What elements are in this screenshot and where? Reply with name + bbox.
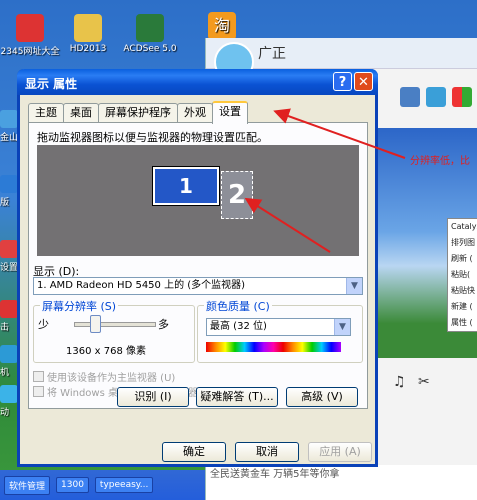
context-menu: Catalys 排列图 刷新 ( 粘贴( 粘贴快 新建 ( 属性 ( bbox=[447, 218, 477, 332]
app-icon bbox=[0, 345, 18, 363]
left-icon-label: 机 bbox=[0, 368, 10, 378]
resolution-value: 1360 x 768 像素 bbox=[66, 346, 146, 357]
instruction-text: 拖动监视器图标以便与监视器的物理设置匹配。 bbox=[37, 131, 268, 144]
desktop-icon-2345[interactable]: 2345网址大全 bbox=[0, 14, 60, 57]
desktop-icon-acdsee[interactable]: ACDSee 5.0 bbox=[120, 14, 180, 54]
taskbar: 软件管理 1300 typeeasy... bbox=[0, 470, 209, 500]
troubleshoot-button[interactable]: 疑难解答 (T)... bbox=[196, 387, 278, 407]
color-quality-group: 颜色质量 (C) 最高 (32 位) ▼ bbox=[197, 298, 363, 363]
resolution-slider-track[interactable] bbox=[74, 322, 156, 327]
app-icon bbox=[0, 385, 18, 403]
resolution-label: 屏幕分辨率 (S) bbox=[40, 298, 119, 314]
menu-item[interactable]: 新建 ( bbox=[448, 299, 477, 315]
monitor-arrangement-area: 1 2 bbox=[37, 145, 359, 256]
app-toolbar bbox=[372, 82, 477, 112]
dialog-title: 显示 属性 bbox=[25, 77, 78, 91]
tab-screensaver[interactable]: 屏幕保护程序 bbox=[98, 103, 178, 122]
resolution-slider-thumb[interactable] bbox=[90, 315, 101, 333]
monitor-icon[interactable] bbox=[400, 87, 420, 107]
desktop-icon-label: ACDSee 5.0 bbox=[123, 44, 177, 54]
taskbar-item[interactable]: 1300 bbox=[56, 477, 89, 493]
desktop-icon-label: 2345网址大全 bbox=[0, 47, 60, 57]
settings-panel: 拖动监视器图标以便与监视器的物理设置匹配。 1 2 显示 (D): 1. AMD… bbox=[28, 122, 368, 409]
tab-strip: 主题 桌面 屏幕保护程序 外观 设置 bbox=[28, 101, 248, 124]
import-icon[interactable] bbox=[426, 87, 446, 107]
title-bar[interactable]: 显示 属性 ? ✕ bbox=[17, 69, 378, 95]
display-value: 1. AMD Radeon HD 5450 上的 (多个监视器) bbox=[37, 280, 246, 291]
color-quality-value: 最高 (32 位) bbox=[210, 321, 267, 332]
music-icon[interactable]: ♫ bbox=[393, 374, 406, 390]
color-spectrum-bar bbox=[206, 342, 341, 352]
slider-more-label: 多 bbox=[158, 318, 169, 331]
checkbox-box[interactable] bbox=[33, 371, 44, 382]
browser-icon bbox=[16, 14, 44, 42]
taskbar-item[interactable]: 软件管理 bbox=[4, 475, 51, 495]
tab-themes[interactable]: 主题 bbox=[28, 103, 64, 122]
monitor-1[interactable]: 1 bbox=[152, 166, 220, 206]
cancel-button[interactable]: 取消 bbox=[235, 442, 299, 462]
resolution-group: 屏幕分辨率 (S) 少 多 1360 x 768 像素 bbox=[33, 298, 195, 363]
ok-button[interactable]: 确定 bbox=[162, 442, 226, 462]
footer-text: 全民送黄金车 万辆5年等你拿 bbox=[210, 469, 340, 480]
tab-appearance[interactable]: 外观 bbox=[177, 103, 213, 122]
slider-less-label: 少 bbox=[38, 318, 49, 331]
display-select[interactable]: 1. AMD Radeon HD 5450 上的 (多个监视器) ▼ bbox=[33, 277, 363, 295]
checkbox-box[interactable] bbox=[33, 386, 44, 397]
left-icon-label: 动 bbox=[0, 408, 10, 418]
left-icon-label: 版 bbox=[0, 198, 10, 208]
folder-icon bbox=[74, 14, 102, 42]
color-quality-label: 颜色质量 (C) bbox=[204, 298, 272, 314]
chevron-down-icon[interactable]: ▼ bbox=[334, 319, 350, 335]
left-icon-label: 击 bbox=[0, 323, 10, 333]
app-title: 广正 bbox=[258, 46, 286, 62]
app-icon bbox=[0, 240, 18, 258]
app-footer: 全民送黄金车 万辆5年等你拿 bbox=[206, 465, 477, 500]
menu-item[interactable]: 刷新 ( bbox=[448, 251, 477, 267]
acdsee-icon bbox=[136, 14, 164, 42]
help-button[interactable]: ? bbox=[333, 72, 352, 91]
tab-settings[interactable]: 设置 bbox=[212, 101, 248, 124]
left-icon-label: 设置 bbox=[0, 263, 19, 273]
chevron-down-icon[interactable]: ▼ bbox=[346, 278, 362, 294]
color-quality-select[interactable]: 最高 (32 位) ▼ bbox=[206, 318, 351, 336]
checkbox-label: 使用该设备作为主监视器 (U) bbox=[47, 373, 176, 384]
app-icon bbox=[0, 175, 18, 193]
menu-item[interactable]: 属性 ( bbox=[448, 315, 477, 331]
apply-button[interactable]: 应用 (A) bbox=[308, 442, 372, 462]
display-properties-dialog: 显示 属性 ? ✕ 主题 桌面 屏幕保护程序 外观 设置 拖动监视器图标以便与监… bbox=[17, 69, 378, 467]
tab-desktop[interactable]: 桌面 bbox=[63, 103, 99, 122]
media-icons: ♫ ✂ bbox=[393, 374, 430, 390]
menu-item[interactable]: Catalys bbox=[448, 219, 477, 235]
menu-item[interactable]: 粘贴( bbox=[448, 267, 477, 283]
grid-icon[interactable] bbox=[452, 87, 472, 107]
red-annotation: 分辨率低，比 bbox=[410, 156, 470, 167]
identify-button[interactable]: 识别 (I) bbox=[117, 387, 189, 407]
primary-monitor-checkbox[interactable]: 使用该设备作为主监视器 (U) bbox=[33, 369, 175, 384]
desktop-icon-hd2013[interactable]: HD2013 bbox=[58, 14, 118, 54]
scissors-icon[interactable]: ✂ bbox=[418, 374, 430, 390]
left-icon-label: 金山 bbox=[0, 133, 19, 143]
taobao-icon: 淘 bbox=[208, 12, 236, 40]
menu-item[interactable]: 排列图 bbox=[448, 235, 477, 251]
monitor-2[interactable]: 2 bbox=[221, 171, 253, 219]
app-icon bbox=[0, 300, 18, 318]
menu-item[interactable]: 粘贴快 bbox=[448, 283, 477, 299]
desktop-icon-label: HD2013 bbox=[69, 44, 107, 54]
app-icon bbox=[0, 110, 18, 128]
close-button[interactable]: ✕ bbox=[354, 72, 373, 91]
advanced-button[interactable]: 高级 (V) bbox=[286, 387, 358, 407]
taskbar-item[interactable]: typeeasy... bbox=[94, 477, 154, 493]
